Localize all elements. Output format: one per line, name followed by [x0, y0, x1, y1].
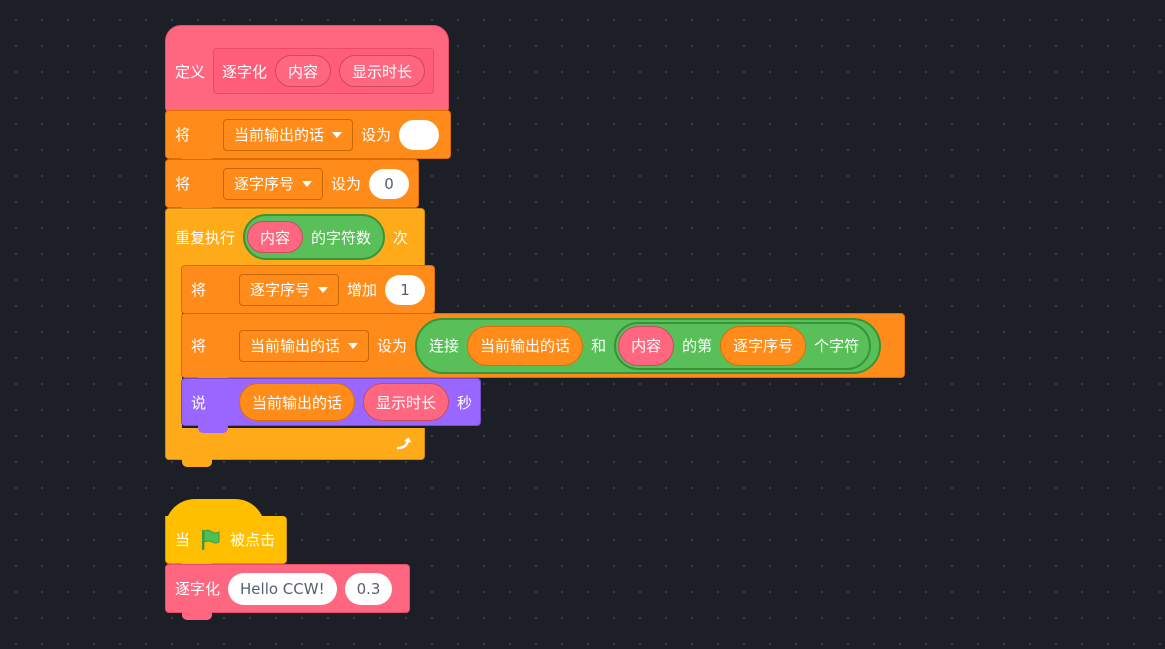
variable-reporter[interactable]: 当前输出的话: [239, 383, 356, 421]
variable-dropdown[interactable]: 逐字序号: [223, 167, 324, 200]
duration-input[interactable]: 0.3: [344, 572, 393, 605]
say-keyword: 说: [191, 393, 207, 412]
value-input[interactable]: 0: [369, 168, 410, 199]
repeat-arm: [165, 264, 182, 434]
when-flag-clicked-block[interactable]: 当 被点击: [165, 516, 287, 571]
dropdown-caret-icon: [318, 286, 329, 293]
dropdown-caret-icon: [348, 342, 359, 349]
length-label: 的字符数: [311, 228, 372, 247]
define-block[interactable]: 定义 逐字化 内容 显示时长: [165, 25, 449, 119]
repeat-header[interactable]: 重复执行 内容 的字符数 次: [165, 208, 425, 273]
length-reporter[interactable]: 内容 的字符数: [243, 214, 386, 260]
param-duration[interactable]: 显示时长: [339, 55, 426, 87]
say-block[interactable]: 说 当前输出的话 显示时长 秒: [181, 378, 481, 433]
set-index-block[interactable]: 将 逐字序号 设为 0: [165, 159, 419, 215]
variable-name: 逐字序号: [250, 281, 311, 299]
set-join-block[interactable]: 将 当前输出的话 设为 连接 当前输出的话 和 内容 的第 逐字序号 个字符: [181, 313, 905, 385]
change-index-block[interactable]: 将 逐字序号 增加 1: [181, 265, 435, 321]
clicked-label: 被点击: [230, 531, 276, 549]
procedure-name: 逐字化: [222, 62, 268, 81]
set-output-block[interactable]: 将 当前输出的话 设为: [165, 110, 451, 166]
dropdown-caret-icon: [302, 180, 313, 187]
when-label: 当: [175, 531, 191, 549]
procedure-prototype[interactable]: 逐字化 内容 显示时长: [213, 48, 435, 94]
letter-of-label: 的第: [682, 337, 713, 355]
value-input[interactable]: [399, 119, 440, 150]
value-input[interactable]: 1: [385, 274, 426, 305]
procedure-name: 逐字化: [175, 580, 221, 598]
join-reporter[interactable]: 连接 当前输出的话 和 内容 的第 逐字序号 个字符: [415, 317, 882, 374]
set-to-label: 设为: [331, 175, 362, 193]
variable-dropdown[interactable]: 当前输出的话: [223, 118, 354, 151]
param-content[interactable]: 内容: [275, 55, 332, 87]
text-input[interactable]: Hello CCW!: [228, 572, 337, 605]
define-keyword: 定义: [175, 62, 206, 81]
loop-arrow-icon: [396, 437, 412, 449]
change-keyword: 将: [191, 281, 207, 299]
change-by-label: 增加: [347, 281, 378, 299]
variable-name: 当前输出的话: [234, 126, 325, 144]
set-keyword: 将: [175, 126, 191, 144]
param-content[interactable]: 内容: [247, 221, 304, 253]
seconds-label: 秒: [457, 393, 473, 412]
set-keyword: 将: [175, 175, 191, 193]
param-content[interactable]: 内容: [618, 325, 675, 366]
set-to-label: 设为: [377, 337, 408, 355]
green-flag-icon: [202, 529, 220, 550]
and-label: 和: [591, 337, 607, 355]
set-to-label: 设为: [361, 126, 392, 144]
variable-dropdown[interactable]: 当前输出的话: [239, 329, 370, 362]
times-label: 次: [393, 228, 409, 247]
variable-dropdown[interactable]: 逐字序号: [239, 273, 340, 306]
letter-unit-label: 个字符: [814, 337, 860, 355]
repeat-label: 重复执行: [175, 228, 236, 247]
call-procedure-block[interactable]: 逐字化 Hello CCW! 0.3: [165, 564, 410, 620]
join-label: 连接: [429, 337, 460, 355]
letter-of-reporter[interactable]: 内容 的第 逐字序号 个字符: [614, 321, 872, 370]
variable-name: 当前输出的话: [250, 337, 341, 355]
set-keyword: 将: [191, 337, 207, 355]
variable-reporter[interactable]: 当前输出的话: [467, 325, 584, 366]
dropdown-caret-icon: [332, 131, 343, 138]
variable-name: 逐字序号: [234, 175, 295, 193]
param-duration[interactable]: 显示时长: [363, 383, 450, 421]
variable-reporter[interactable]: 逐字序号: [720, 325, 807, 366]
